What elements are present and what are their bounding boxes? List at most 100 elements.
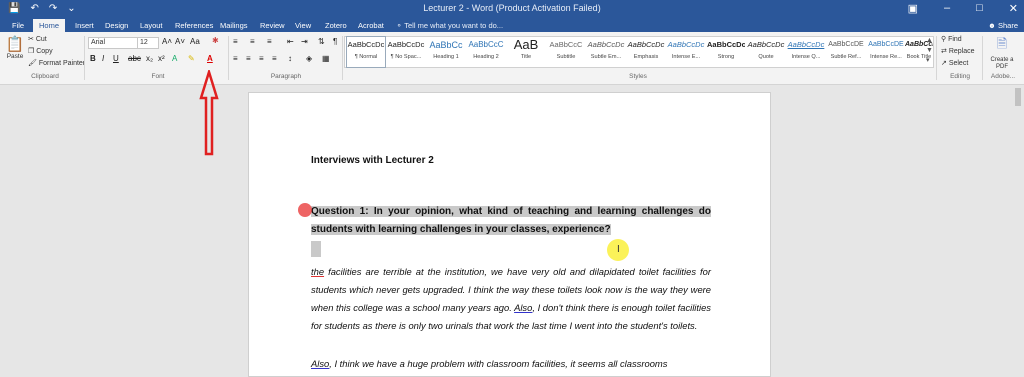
format-painter-button[interactable]: 🖌 Format Painter: [28, 59, 85, 67]
style-emphasis[interactable]: AaBbCcDc Emphasis: [627, 37, 665, 67]
style-subtle-reference[interactable]: AaBbCcDE Subtle Ref...: [827, 37, 865, 67]
align-right-icon[interactable]: ≡: [259, 54, 264, 63]
style-heading-2[interactable]: AaBbCcC Heading 2: [467, 37, 505, 67]
style-strong[interactable]: AaBbCcDc Strong: [707, 37, 745, 67]
maximize-button[interactable]: □: [976, 2, 983, 15]
style-name: ¶ Normal: [354, 54, 378, 60]
style-normal[interactable]: AaBbCcDc ¶ Normal: [346, 36, 386, 68]
style-name: Intense Re...: [870, 54, 902, 60]
show-marks-icon[interactable]: ¶: [333, 37, 337, 46]
style-preview: AaBbCcDE: [828, 41, 864, 48]
separator: [342, 36, 343, 80]
title-bar: 💾 ↶ ↷ ⌄ Lecturer 2 - Word (Product Activ…: [0, 0, 1024, 18]
document-page[interactable]: Interviews with Lecturer 2 Question 1: I…: [248, 92, 771, 377]
clipboard-icon: 📋: [5, 36, 25, 53]
shading-icon[interactable]: ◈: [306, 54, 312, 63]
increase-indent-icon[interactable]: ⇥: [301, 37, 308, 46]
cut-button[interactable]: ✂ Cut: [28, 35, 47, 43]
style-intense-quote[interactable]: AaBbCcDc Intense Q...: [787, 37, 825, 67]
style-preview: AaBbCcDc: [347, 40, 385, 49]
styles-group-label: Styles: [629, 73, 647, 80]
subscript-button[interactable]: x₂: [146, 54, 153, 63]
style-name: Subtitle: [556, 54, 576, 60]
tab-layout[interactable]: Layout: [140, 19, 163, 32]
share-button[interactable]: ☻ Share: [988, 19, 1018, 32]
replace-label: Replace: [948, 48, 975, 55]
align-left-icon[interactable]: ≡: [233, 54, 238, 63]
change-case-icon[interactable]: Aa: [190, 37, 200, 46]
style-subtle-emphasis[interactable]: AaBbCcDc Subtle Em...: [587, 37, 625, 67]
style-preview: AaBbCc: [429, 40, 463, 50]
style-preview: AaBbCcDc: [707, 40, 745, 49]
strikethrough-button[interactable]: abc: [128, 54, 141, 63]
also-word: Also: [514, 302, 533, 313]
vertical-scrollbar[interactable]: [1012, 86, 1024, 375]
annotation-arrow-icon: [199, 70, 219, 156]
copy-button[interactable]: ❐ Copy: [28, 47, 53, 55]
create-pdf-button[interactable]: 🗎 Create a PDF: [984, 35, 1020, 71]
ribbon-tabs: File Home Insert Design Layout Reference…: [0, 18, 1024, 32]
find-label: Find: [948, 36, 962, 43]
selected-question-text[interactable]: Question 1: In your opinion, what kind o…: [311, 206, 711, 235]
style-preview: AaBbCcDc: [387, 40, 425, 49]
align-center-icon[interactable]: ≡: [246, 54, 251, 63]
replace-button[interactable]: ⇄ Replace: [941, 47, 975, 55]
bold-button[interactable]: B: [90, 54, 96, 63]
line-spacing-icon[interactable]: ↕: [288, 54, 292, 63]
underline-button[interactable]: U: [113, 54, 119, 63]
grow-font-icon[interactable]: A˄: [162, 37, 172, 46]
select-button[interactable]: ↗ Select: [941, 59, 968, 67]
text-effects-icon[interactable]: A: [172, 54, 177, 63]
tell-me-search[interactable]: ⚬ Tell me what you want to do...: [396, 19, 503, 32]
cut-label: Cut: [35, 36, 47, 43]
highlight-icon[interactable]: ✎: [188, 54, 195, 63]
find-button[interactable]: ⚲ Find: [941, 35, 962, 43]
tab-design[interactable]: Design: [105, 19, 128, 32]
tab-review[interactable]: Review: [260, 19, 285, 32]
text-cursor-icon: I: [617, 244, 620, 255]
style-name: Subtle Ref...: [830, 54, 862, 60]
tab-mailings[interactable]: Mailings: [220, 19, 248, 32]
style-subtitle[interactable]: AaBbCcC Subtitle: [547, 37, 585, 67]
justify-icon[interactable]: ≡: [272, 54, 277, 63]
copy-label: Copy: [36, 48, 53, 55]
font-color-icon[interactable]: A: [207, 54, 213, 63]
multilevel-list-icon[interactable]: ≡: [267, 37, 272, 46]
close-button[interactable]: ✕: [1009, 2, 1018, 15]
shrink-font-icon[interactable]: A˅: [175, 37, 185, 46]
tab-home[interactable]: Home: [33, 19, 66, 32]
clipboard-group-label: Clipboard: [31, 73, 59, 80]
style-name: Strong: [717, 54, 735, 60]
scroll-thumb[interactable]: [1015, 88, 1021, 106]
separator: [982, 36, 983, 80]
style-heading-1[interactable]: AaBbCc Heading 1: [427, 37, 465, 67]
minimize-button[interactable]: –: [944, 2, 950, 15]
style-name: ¶ No Spac...: [390, 54, 422, 60]
tab-zotero[interactable]: Zotero: [325, 19, 347, 32]
tab-insert[interactable]: Insert: [75, 19, 94, 32]
borders-icon[interactable]: ▦: [322, 54, 330, 63]
tab-file[interactable]: File: [12, 19, 24, 32]
style-quote[interactable]: AaBbCcDc Quote: [747, 37, 785, 67]
tab-acrobat[interactable]: Acrobat: [358, 19, 384, 32]
sort-icon[interactable]: ⇅: [318, 37, 325, 46]
tab-references[interactable]: References: [175, 19, 213, 32]
font-name-box[interactable]: Arial: [88, 37, 138, 49]
italic-button[interactable]: I: [102, 54, 104, 63]
clear-formatting-icon[interactable]: ✱: [212, 36, 219, 45]
styles-scroll[interactable]: ▲ ▼ ▾: [926, 36, 933, 66]
superscript-button[interactable]: x²: [158, 54, 165, 63]
paste-button[interactable]: 📋 Paste: [5, 35, 25, 60]
bullets-icon[interactable]: ≡: [233, 37, 238, 46]
ribbon-display-icon[interactable]: ▣: [908, 2, 918, 15]
style-no-spacing[interactable]: AaBbCcDc ¶ No Spac...: [387, 37, 425, 67]
answer-paragraph-2: Also, I think we have a huge problem wit…: [311, 355, 711, 373]
font-size-box[interactable]: 12: [137, 37, 159, 49]
style-title[interactable]: AaB Title: [507, 37, 545, 67]
tab-view[interactable]: View: [295, 19, 311, 32]
style-intense-reference[interactable]: AaBbCcDE Intense Re...: [867, 37, 905, 67]
decrease-indent-icon[interactable]: ⇤: [287, 37, 294, 46]
style-name: Intense E...: [671, 54, 701, 60]
style-intense-emphasis[interactable]: AaBbCcDc Intense E...: [667, 37, 705, 67]
numbering-icon[interactable]: ≡: [250, 37, 255, 46]
